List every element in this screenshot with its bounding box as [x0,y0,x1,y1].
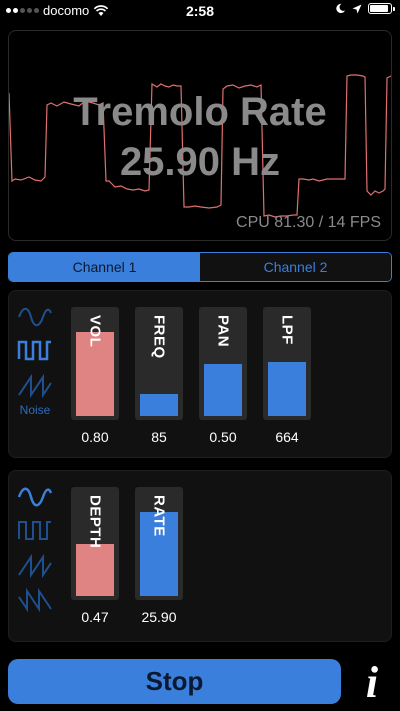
square-wave-icon[interactable] [17,337,53,365]
sawtooth-wave-icon[interactable] [17,551,53,579]
depth-value: 0.47 [81,609,109,625]
rate-slider[interactable]: RATE [135,487,183,600]
parameter-name: Tremolo Rate [73,90,327,134]
square-wave-icon[interactable] [17,517,53,545]
depth-slider[interactable]: DEPTH [71,487,119,600]
vol-slider[interactable]: VOL [71,307,119,420]
stop-button[interactable]: Stop [8,659,341,704]
sawtooth-wave-icon[interactable] [17,371,53,399]
moon-icon [336,3,346,14]
parameter-value: 25.90 Hz [119,140,281,184]
lpf-value: 664 [275,429,299,445]
rate-value: 25.90 [141,609,177,625]
freq-slider-label: FREQ [150,315,168,359]
location-icon [352,4,362,13]
parameter-readout: Tremolo Rate 25.90 Hz [9,87,391,187]
rate-slider-label: RATE [150,495,168,537]
sine-wave-icon[interactable] [17,483,53,511]
tab-channel-2[interactable]: Channel 2 [200,253,391,281]
freq-value: 85 [151,429,167,445]
battery-icon [368,3,395,14]
freq-slider[interactable]: FREQ [135,307,183,420]
sine-wave-icon[interactable] [17,303,53,331]
noise-button[interactable]: Noise [17,403,53,417]
waveform-display: Tremolo Rate 25.90 Hz CPU 81.30 / 14 FPS [8,30,392,241]
lpf-slider[interactable]: LPF [263,307,311,420]
status-bar: docomo 2:58 [0,0,400,22]
lfo-waveform-selector [17,483,53,613]
oscillator-panel: Noise VOL 0.80 FREQ 85 PAN 0.50 LPF 664 [8,290,392,458]
vol-value: 0.80 [81,429,109,445]
waveform-selector: Noise [17,303,53,417]
status-icons [335,3,395,14]
info-icon[interactable]: i [355,658,389,707]
pan-slider[interactable]: PAN [199,307,247,420]
vol-slider-label: VOL [86,315,104,348]
pan-slider-label: PAN [214,315,232,348]
lpf-slider-label: LPF [278,315,296,345]
reverse-sawtooth-wave-icon[interactable] [17,585,53,613]
channel-tabs: Channel 1 Channel 2 [8,252,392,282]
tab-channel-1[interactable]: Channel 1 [9,253,200,281]
depth-slider-label: DEPTH [86,495,104,549]
cpu-fps-readout: CPU 81.30 / 14 FPS [236,214,381,231]
tremolo-panel: DEPTH 0.47 RATE 25.90 [8,470,392,642]
pan-value: 0.50 [209,429,237,445]
